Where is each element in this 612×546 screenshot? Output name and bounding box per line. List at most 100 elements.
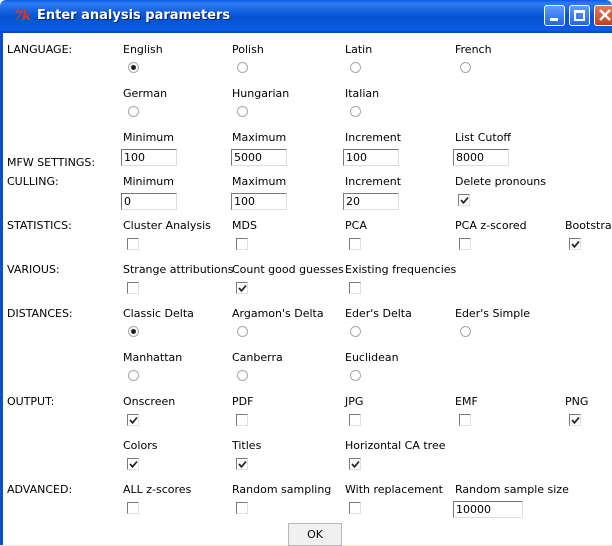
png-checkbox[interactable]: [569, 414, 581, 426]
language-option-label: French: [455, 43, 492, 56]
culling-minimum-label: Minimum: [123, 175, 174, 188]
close-icon: [599, 9, 611, 21]
language-option-label: Italian: [345, 87, 380, 100]
cluster-analysis-checkbox[interactable]: [127, 238, 139, 250]
radio-canberra[interactable]: [237, 370, 248, 381]
culling-increment-label: Increment: [345, 175, 402, 188]
radio-italian[interactable]: [350, 106, 361, 117]
pca-checkbox[interactable]: [349, 238, 361, 250]
output-label: PNG: [565, 395, 589, 408]
section-culling: CULLING:: [7, 175, 59, 188]
with-replacement-checkbox[interactable]: [349, 502, 361, 514]
window-title: Enter analysis parameters: [37, 8, 231, 23]
checkmark-icon: [351, 460, 360, 469]
radio-eders-simple[interactable]: [460, 326, 471, 337]
advanced-label: With replacement: [345, 483, 443, 496]
pca-zscored-checkbox[interactable]: [459, 238, 471, 250]
emf-checkbox[interactable]: [459, 414, 471, 426]
mfw-increment-input[interactable]: 100: [343, 149, 399, 166]
radio-manhattan[interactable]: [128, 370, 139, 381]
random-sampling-checkbox[interactable]: [236, 502, 248, 514]
output-label: Horizontal CA tree: [345, 439, 446, 452]
distance-option-label: Eder's Delta: [345, 307, 412, 320]
language-option-label: Latin: [345, 43, 373, 56]
dialog-body: [0, 33, 612, 545]
language-option-label: Hungarian: [232, 87, 290, 100]
delete-pronouns-label: Delete pronouns: [455, 175, 547, 188]
maximize-button[interactable]: [569, 5, 590, 26]
stat-label: PCA z-scored: [455, 219, 527, 232]
language-option-label: English: [123, 43, 163, 56]
stat-label: Cluster Analysis: [123, 219, 211, 232]
tk-feather-icon: 7k: [14, 9, 31, 24]
culling-increment-input[interactable]: 20: [343, 193, 399, 210]
output-label: PDF: [232, 395, 254, 408]
checkmark-icon: [571, 240, 580, 249]
delete-pronouns-checkbox[interactable]: [458, 194, 470, 206]
checkmark-icon: [571, 416, 580, 425]
distance-option-label: Euclidean: [345, 351, 399, 364]
distance-option-label: Manhattan: [123, 351, 183, 364]
all-zscores-checkbox[interactable]: [127, 502, 139, 514]
distance-option-label: Eder's Simple: [455, 307, 531, 320]
radio-classic-delta[interactable]: [128, 326, 139, 337]
radio-argamons-delta[interactable]: [237, 326, 248, 337]
language-option-label: German: [123, 87, 168, 100]
various-label: Strange attributions: [123, 263, 234, 276]
jpg-checkbox[interactable]: [349, 414, 361, 426]
mfw-minimum-label: Minimum: [123, 131, 174, 144]
various-label: Existing frequencies: [345, 263, 457, 276]
mfw-increment-label: Increment: [345, 131, 402, 144]
distance-option-label: Classic Delta: [123, 307, 194, 320]
close-button[interactable]: [594, 5, 612, 26]
culling-maximum-input[interactable]: 100: [231, 193, 287, 210]
output-label: Onscreen: [123, 395, 176, 408]
strange-attributions-checkbox[interactable]: [127, 282, 139, 294]
random-sample-size-input[interactable]: 10000: [453, 501, 523, 518]
mfw-minimum-input[interactable]: 100: [121, 149, 177, 166]
section-various: VARIOUS:: [7, 263, 60, 276]
section-statistics: STATISTICS:: [7, 219, 72, 232]
checkmark-icon: [238, 460, 247, 469]
mfw-maximum-label: Maximum: [232, 131, 287, 144]
horizontal-ca-tree-checkbox[interactable]: [349, 458, 361, 470]
colors-checkbox[interactable]: [127, 458, 139, 470]
stat-label: PCA: [345, 219, 367, 232]
mfw-maximum-input[interactable]: 5000: [231, 149, 287, 166]
ok-button[interactable]: OK: [288, 523, 342, 546]
section-mfw-settings: MFW SETTINGS:: [7, 156, 96, 169]
bootstrap-checkbox[interactable]: [569, 238, 581, 250]
count-good-guesses-checkbox[interactable]: [236, 282, 248, 294]
checkmark-icon: [238, 284, 247, 293]
stat-label: MDS: [232, 219, 257, 232]
title-bar[interactable]: 7k Enter analysis parameters: [0, 0, 612, 33]
section-advanced: ADVANCED:: [7, 483, 73, 496]
onscreen-checkbox[interactable]: [127, 414, 139, 426]
radio-euclidean[interactable]: [350, 370, 361, 381]
advanced-label: Random sample size: [455, 483, 569, 496]
culling-maximum-label: Maximum: [232, 175, 287, 188]
advanced-label: ALL z-scores: [123, 483, 192, 496]
mds-checkbox[interactable]: [236, 238, 248, 250]
radio-german[interactable]: [128, 106, 139, 117]
radio-polish[interactable]: [237, 62, 248, 73]
checkmark-icon: [460, 196, 469, 205]
output-label: EMF: [455, 395, 478, 408]
various-label: Count good guesses: [232, 263, 344, 276]
checkmark-icon: [129, 416, 138, 425]
radio-english[interactable]: [128, 62, 139, 73]
radio-hungarian[interactable]: [237, 106, 248, 117]
radio-french[interactable]: [460, 62, 471, 73]
existing-frequencies-checkbox[interactable]: [349, 282, 361, 294]
mfw-list-cutoff-input[interactable]: 8000: [453, 149, 509, 166]
pdf-checkbox[interactable]: [236, 414, 248, 426]
radio-latin[interactable]: [350, 62, 361, 73]
section-output: OUTPUT:: [7, 395, 55, 408]
section-distances: DISTANCES:: [7, 307, 73, 320]
minimize-icon: [550, 18, 558, 21]
advanced-label: Random sampling: [232, 483, 332, 496]
minimize-button[interactable]: [544, 5, 565, 26]
radio-eders-delta[interactable]: [350, 326, 361, 337]
titles-checkbox[interactable]: [236, 458, 248, 470]
culling-minimum-input[interactable]: 0: [121, 193, 177, 210]
